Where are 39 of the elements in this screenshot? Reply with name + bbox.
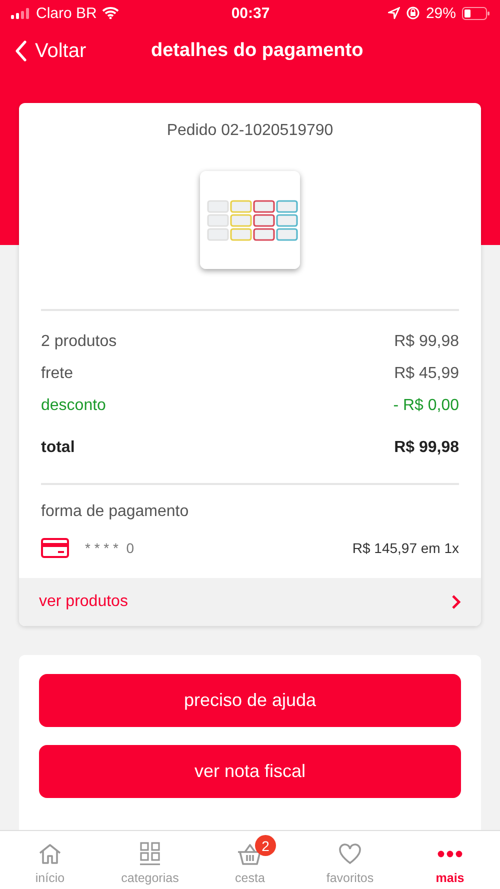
order-number: Pedido 02-1020519790 — [166, 121, 334, 140]
basket-icon — [237, 843, 263, 865]
signal-icon — [11, 8, 31, 18]
battery-percent: 29% — [426, 4, 456, 22]
tab-item[interactable]: categorias — [100, 831, 200, 889]
back-button[interactable]: Voltar — [0, 40, 135, 62]
battery-icon — [462, 6, 490, 20]
clock-time: 00:37 — [230, 4, 271, 22]
rotation-lock-icon — [406, 6, 420, 20]
count-badge: 2 — [255, 835, 276, 856]
more-icon — [437, 850, 463, 858]
tab-item[interactable]: 2 cesta — [200, 831, 300, 889]
summary-label: frete — [41, 365, 74, 383]
location-icon — [388, 7, 400, 19]
tab-item[interactable]: mais — [400, 831, 500, 889]
heart-icon — [338, 843, 362, 865]
chevron-right-icon — [451, 594, 461, 610]
tab-item[interactable]: favoritos — [300, 831, 400, 889]
invoice-button[interactable]: ver nota fiscal — [39, 745, 461, 798]
page-title: detalhes do pagamento — [150, 40, 364, 62]
wifi-icon — [102, 7, 119, 19]
payment-amount: R$ 145,97 em 1x — [352, 540, 459, 556]
help-button[interactable]: preciso de ajuda — [39, 674, 461, 727]
products-link[interactable]: ver produtos — [19, 578, 481, 626]
card-number: * * * * 0 — [85, 540, 136, 556]
back-icon — [15, 40, 27, 62]
summary-value: R$ 45,99 — [394, 365, 459, 383]
home-icon — [38, 843, 62, 865]
summary-label: 2 produtos — [41, 333, 117, 351]
grid-icon — [139, 842, 161, 866]
payment-heading: forma de pagamento — [41, 503, 190, 521]
credit-card-icon — [41, 538, 69, 558]
total-label: total — [41, 439, 75, 457]
summary-value: - R$ 0,00 — [393, 397, 459, 415]
total-value: R$ 99,98 — [394, 439, 459, 457]
carrier-name: Claro BR — [36, 4, 97, 22]
summary-label: desconto — [41, 397, 106, 415]
tab-item[interactable]: início — [0, 831, 100, 889]
summary-value: R$ 99,98 — [394, 333, 459, 351]
